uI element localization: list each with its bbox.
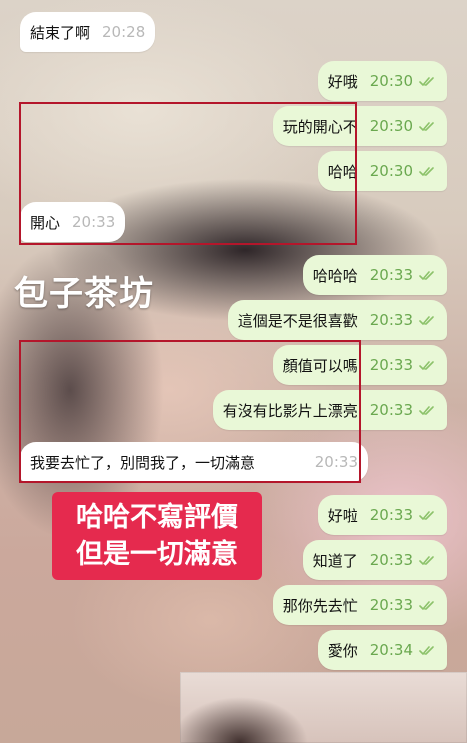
- promo-line-1: 哈哈不寫評價: [76, 502, 238, 533]
- message-outgoing[interactable]: 愛你 20:34: [317, 630, 447, 670]
- message-outgoing[interactable]: 那你先去忙 20:33: [272, 585, 447, 625]
- image-thumbnail[interactable]: [180, 672, 467, 743]
- message-text: 結束了啊: [30, 23, 91, 42]
- message-text: 好啦: [327, 506, 358, 525]
- message-time: 20:30: [369, 162, 413, 180]
- watermark-text: 包子茶坊: [14, 274, 154, 314]
- double-check-icon: [419, 77, 434, 86]
- promo-banner: 哈哈不寫評價 但是一切滿意: [52, 492, 262, 580]
- double-check-icon: [419, 361, 434, 370]
- message-outgoing[interactable]: 哈哈哈 20:33: [302, 255, 447, 295]
- message-text: 好哦: [327, 72, 358, 91]
- message-time: 20:30: [369, 72, 413, 90]
- double-check-icon: [419, 646, 434, 655]
- message-time: 20:33: [369, 551, 413, 569]
- message-time: 20:33: [369, 596, 413, 614]
- message-outgoing[interactable]: 好啦 20:33: [317, 495, 447, 535]
- message-time: 20:34: [369, 641, 413, 659]
- double-check-icon: [419, 601, 434, 610]
- message-text: 哈哈哈: [312, 266, 358, 285]
- message-time: 20:30: [369, 117, 413, 135]
- double-check-icon: [419, 511, 434, 520]
- message-text: 愛你: [327, 641, 358, 660]
- double-check-icon: [419, 316, 434, 325]
- double-check-icon: [419, 406, 434, 415]
- highlight-box: [19, 102, 357, 245]
- message-text: 知道了: [312, 551, 358, 570]
- message-outgoing[interactable]: 這個是不是很喜歡 20:33: [227, 300, 447, 340]
- promo-line-2: 但是一切滿意: [76, 539, 238, 570]
- message-outgoing[interactable]: 好哦 20:30: [317, 61, 447, 101]
- message-time: 20:33: [369, 266, 413, 284]
- double-check-icon: [419, 167, 434, 176]
- message-text: 那你先去忙: [282, 596, 358, 615]
- message-time: 20:33: [369, 311, 413, 329]
- double-check-icon: [419, 271, 434, 280]
- message-time: 20:33: [369, 506, 413, 524]
- highlight-box: [19, 340, 361, 483]
- message-outgoing[interactable]: 知道了 20:33: [302, 540, 447, 580]
- message-time: 20:33: [369, 401, 413, 419]
- message-text: 這個是不是很喜歡: [237, 311, 358, 330]
- double-check-icon: [419, 122, 434, 131]
- message-time: 20:28: [102, 23, 146, 41]
- message-incoming[interactable]: 結束了啊 20:28: [20, 12, 156, 52]
- message-time: 20:33: [369, 356, 413, 374]
- double-check-icon: [419, 556, 434, 565]
